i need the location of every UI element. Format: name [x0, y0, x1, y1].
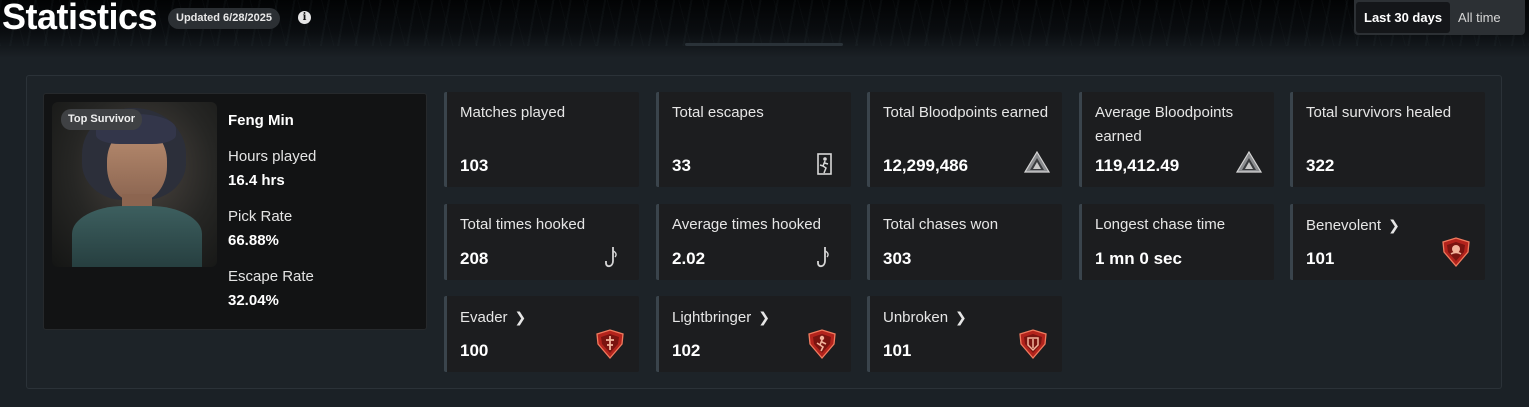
- stat-card-lightbringer[interactable]: Lightbringer ❯ 102: [656, 296, 851, 372]
- stat-value: 100: [460, 341, 489, 360]
- stat-value: 33: [672, 156, 691, 175]
- stat-value: 119,412.49: [1095, 156, 1180, 175]
- chevron-right-icon: ❯: [1388, 217, 1400, 233]
- stat-card-average-bloodpoints: Average Bloodpoints earned 119,412.49: [1079, 92, 1274, 187]
- stat-value: 103: [460, 156, 489, 175]
- top-survivor-badge: Top Survivor: [61, 109, 143, 130]
- stat-label: Longest chase time: [1095, 216, 1226, 233]
- stat-label: Matches played: [460, 104, 566, 121]
- info-icon[interactable]: i: [298, 11, 311, 24]
- stat-label: Evader ❯: [460, 309, 527, 326]
- stat-value: 12,299,486: [883, 156, 969, 175]
- stat-value: 208: [460, 249, 489, 268]
- stat-label: Total chases won: [883, 216, 999, 233]
- stat-card-total-escapes: Total escapes 33: [656, 92, 851, 187]
- stat-label: Average times hooked: [672, 216, 821, 233]
- stat-value: 303: [883, 249, 912, 268]
- stat-label: Average Bloodpoints earned: [1095, 104, 1234, 145]
- emblem-icon: [808, 329, 836, 359]
- character-name: Feng Min: [228, 112, 294, 129]
- chevron-right-icon: ❯: [514, 309, 527, 325]
- hook-icon: [605, 247, 617, 268]
- stat-label: Total survivors healed: [1306, 104, 1452, 121]
- bloodpoints-icon: [1024, 151, 1050, 173]
- bloodpoints-icon: [1236, 151, 1262, 173]
- exit-door-icon: [817, 153, 832, 175]
- range-option-all-time[interactable]: All time: [1450, 2, 1509, 33]
- chevron-right-icon: ❯: [955, 309, 967, 325]
- escape-rate-value: 32.04%: [228, 292, 279, 309]
- page-title: Statistics: [2, 0, 158, 37]
- escape-rate-label: Escape Rate: [228, 268, 314, 285]
- stat-value: 2.02: [672, 249, 706, 268]
- stat-card-longest-chase: Longest chase time 1 mn 0 sec: [1079, 204, 1274, 280]
- stat-label: Total escapes: [672, 104, 764, 121]
- updated-badge: Updated 6/28/2025: [168, 8, 280, 29]
- stat-card-survivors-healed: Total survivors healed 322: [1290, 92, 1485, 187]
- stat-card-unbroken[interactable]: Unbroken ❯ 101: [867, 296, 1062, 372]
- stat-label: Unbroken ❯: [883, 309, 967, 326]
- stat-card-chases-won: Total chases won 303: [867, 204, 1062, 280]
- banner-divider: [685, 43, 843, 46]
- hook-icon: [817, 247, 829, 268]
- stat-label: Total Bloodpoints earned: [883, 104, 1049, 121]
- pick-rate-value: 66.88%: [228, 232, 279, 249]
- hours-played-label: Hours played: [228, 148, 317, 165]
- stat-value: 101: [883, 341, 912, 360]
- stat-label: Total times hooked: [460, 216, 586, 233]
- stat-card-total-bloodpoints: Total Bloodpoints earned 12,299,486: [867, 92, 1062, 187]
- chevron-right-icon: ❯: [758, 309, 770, 325]
- stat-value: 322: [1306, 156, 1335, 175]
- stat-card-matches-played: Matches played 103: [444, 92, 639, 187]
- stat-card-average-times-hooked: Average times hooked 2.02: [656, 204, 851, 280]
- stat-card-times-hooked: Total times hooked 208: [444, 204, 639, 280]
- emblem-icon: [1019, 329, 1047, 359]
- stat-value: 102: [672, 341, 701, 360]
- stat-card-benevolent[interactable]: Benevolent ❯ 101: [1290, 204, 1485, 280]
- emblem-icon: [596, 329, 624, 359]
- stat-value: 1 mn 0 sec: [1095, 249, 1182, 268]
- range-option-last-30-days[interactable]: Last 30 days: [1356, 2, 1451, 33]
- stat-label: Lightbringer ❯: [672, 309, 770, 326]
- pick-rate-label: Pick Rate: [228, 208, 293, 225]
- range-toggle: Last 30 days All time: [1354, 0, 1525, 35]
- emblem-icon: [1442, 237, 1470, 267]
- hours-played-value: 16.4 hrs: [228, 172, 285, 189]
- stat-card-evader[interactable]: Evader ❯ 100: [444, 296, 639, 372]
- stat-label: Benevolent ❯: [1306, 217, 1400, 234]
- stat-value: 101: [1306, 249, 1335, 268]
